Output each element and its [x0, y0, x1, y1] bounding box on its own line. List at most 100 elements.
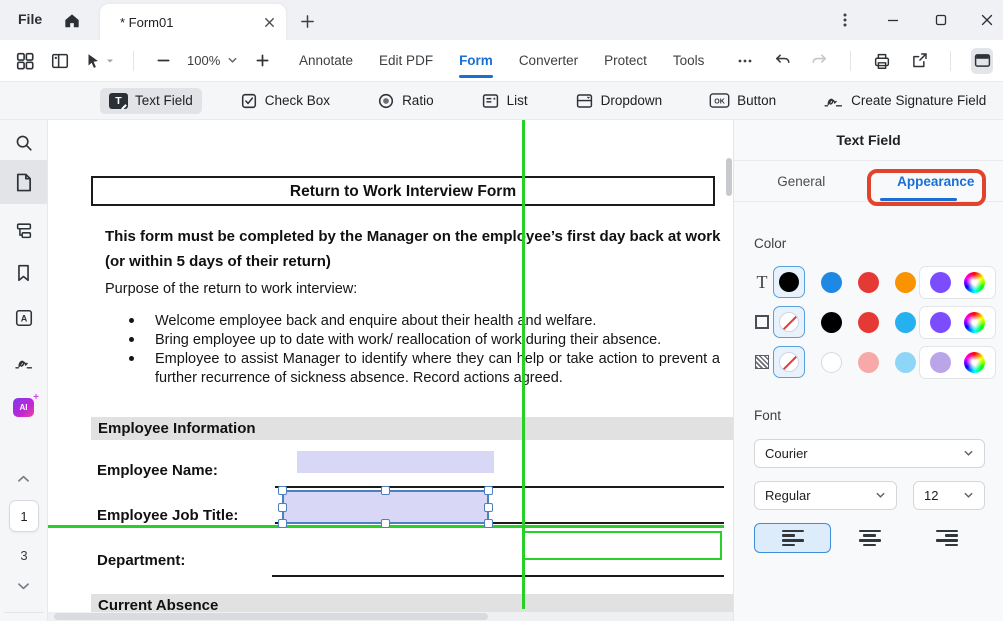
align-right-button[interactable]: [908, 523, 985, 553]
toolbar-separator: [850, 51, 851, 71]
color-swatch-purple[interactable]: [930, 272, 951, 293]
more-tools-button[interactable]: [734, 48, 756, 74]
color-swatch-orange[interactable]: [895, 272, 916, 293]
color-swatch-cyan[interactable]: [895, 312, 916, 333]
maximize-button[interactable]: [927, 8, 955, 32]
tool-check-box-label: Check Box: [265, 93, 330, 108]
dropdown-field-icon: [575, 92, 594, 110]
panel-toggle-icon: [973, 51, 992, 70]
align-center-button[interactable]: [831, 523, 908, 553]
file-menu[interactable]: File: [18, 11, 42, 27]
zoom-out-button[interactable]: [152, 48, 174, 74]
color-picker-swatch[interactable]: [964, 352, 985, 373]
toolbar-separator: [950, 51, 951, 71]
color-swatch-blue[interactable]: [821, 272, 842, 293]
tool-list[interactable]: List: [472, 87, 537, 115]
form-fields-button[interactable]: A: [0, 303, 47, 333]
menu-edit-pdf[interactable]: Edit PDF: [379, 40, 433, 81]
home-button[interactable]: [60, 9, 84, 33]
menu-converter[interactable]: Converter: [519, 40, 578, 81]
page-up-button[interactable]: [0, 468, 47, 490]
color-swatch-white[interactable]: [821, 352, 842, 373]
overflow-menu-button[interactable]: [831, 8, 859, 32]
color-picker-swatch[interactable]: [964, 312, 985, 333]
color-swatch-red[interactable]: [858, 272, 879, 293]
cursor-dropdown-icon[interactable]: [105, 56, 115, 66]
tool-button[interactable]: OK Button: [700, 87, 785, 114]
tool-check-box[interactable]: Check Box: [231, 87, 339, 115]
menu-protect[interactable]: Protect: [604, 40, 647, 81]
form-title: Return to Work Interview Form: [91, 176, 715, 206]
chevron-down-icon: [963, 448, 974, 459]
properties-panel-toggle-button[interactable]: [971, 48, 993, 74]
close-window-button[interactable]: [973, 8, 1001, 32]
zoom-level-dropdown[interactable]: 100%: [187, 53, 238, 68]
page-down-button[interactable]: [0, 575, 47, 597]
bullet-marker: [129, 337, 134, 342]
resize-handle-se[interactable]: [484, 519, 493, 528]
zoom-in-button[interactable]: [251, 48, 273, 74]
print-button[interactable]: [871, 48, 893, 74]
document-canvas[interactable]: Return to Work Interview Form This form …: [48, 120, 733, 621]
main-toolbar: 100% Annotate Edit PDF Form Converter Pr…: [0, 40, 1003, 82]
redo-button[interactable]: [808, 48, 830, 74]
resize-handle-ne[interactable]: [484, 486, 493, 495]
horizontal-scrollbar[interactable]: [48, 612, 733, 621]
tab-close-icon[interactable]: [263, 16, 276, 29]
color-swatch-lightblue[interactable]: [895, 352, 916, 373]
ai-assistant-button[interactable]: AI: [0, 392, 47, 422]
new-tab-button[interactable]: [296, 10, 318, 32]
signatures-button[interactable]: [0, 348, 47, 378]
menu-tools[interactable]: Tools: [673, 40, 705, 81]
font-family-select[interactable]: Courier: [754, 439, 985, 468]
resize-handle-n[interactable]: [381, 486, 390, 495]
page-thumbnails-button[interactable]: [0, 167, 47, 197]
outline-tree-button[interactable]: [0, 216, 47, 246]
resize-handle-nw[interactable]: [278, 486, 287, 495]
tool-create-signature-field[interactable]: Create Signature Field: [814, 87, 995, 115]
text-color-selected-swatch[interactable]: [773, 266, 805, 298]
fill-color-selected-swatch[interactable]: [773, 346, 805, 378]
color-swatch-purple[interactable]: [930, 312, 951, 333]
resize-handle-e[interactable]: [484, 503, 493, 512]
color-picker-swatch[interactable]: [964, 272, 985, 293]
thumbnail-view-button[interactable]: [14, 48, 36, 74]
sidebar-toggle-button[interactable]: [49, 48, 71, 74]
home-icon: [62, 11, 82, 31]
tab-general[interactable]: General: [734, 161, 869, 201]
vertical-scrollbar-thumb[interactable]: [726, 158, 732, 196]
bullet-item: Bring employee up to date with work/ rea…: [155, 331, 661, 350]
undo-button[interactable]: [771, 48, 793, 74]
color-swatch-black[interactable]: [821, 312, 842, 333]
horizontal-scrollbar-thumb[interactable]: [54, 613, 488, 620]
resize-handle-sw[interactable]: [278, 519, 287, 528]
tool-dropdown[interactable]: Dropdown: [566, 87, 672, 115]
resize-handle-s[interactable]: [381, 519, 390, 528]
resize-handle-w[interactable]: [278, 503, 287, 512]
share-export-button[interactable]: [908, 48, 930, 74]
minimize-button[interactable]: [879, 8, 907, 32]
font-size-select[interactable]: 12: [913, 481, 985, 510]
font-style-select[interactable]: Regular: [754, 481, 897, 510]
select-tool-button[interactable]: [84, 48, 115, 74]
border-color-selected-swatch[interactable]: [773, 306, 805, 338]
form-intro-line2: (or within 5 days of their return): [105, 249, 720, 274]
selected-text-field[interactable]: [282, 490, 489, 524]
color-swatch-lavender[interactable]: [930, 352, 951, 373]
tool-text-field[interactable]: T Text Field: [100, 88, 202, 114]
search-icon: [14, 133, 34, 153]
close-icon: [980, 13, 994, 27]
menu-form[interactable]: Form: [459, 40, 493, 81]
employee-name-field[interactable]: [297, 451, 494, 473]
tool-ratio[interactable]: Ratio: [368, 87, 443, 115]
export-icon: [910, 51, 929, 70]
current-page-input[interactable]: 1: [9, 500, 39, 532]
color-swatch-pink[interactable]: [858, 352, 879, 373]
color-swatch-red[interactable]: [858, 312, 879, 333]
bookmarks-button[interactable]: [0, 258, 47, 288]
align-left-button[interactable]: [754, 523, 831, 553]
menu-annotate[interactable]: Annotate: [299, 40, 353, 81]
search-button[interactable]: [0, 128, 47, 158]
document-tab[interactable]: * Form01: [100, 4, 286, 40]
list-box-icon: [481, 92, 500, 110]
